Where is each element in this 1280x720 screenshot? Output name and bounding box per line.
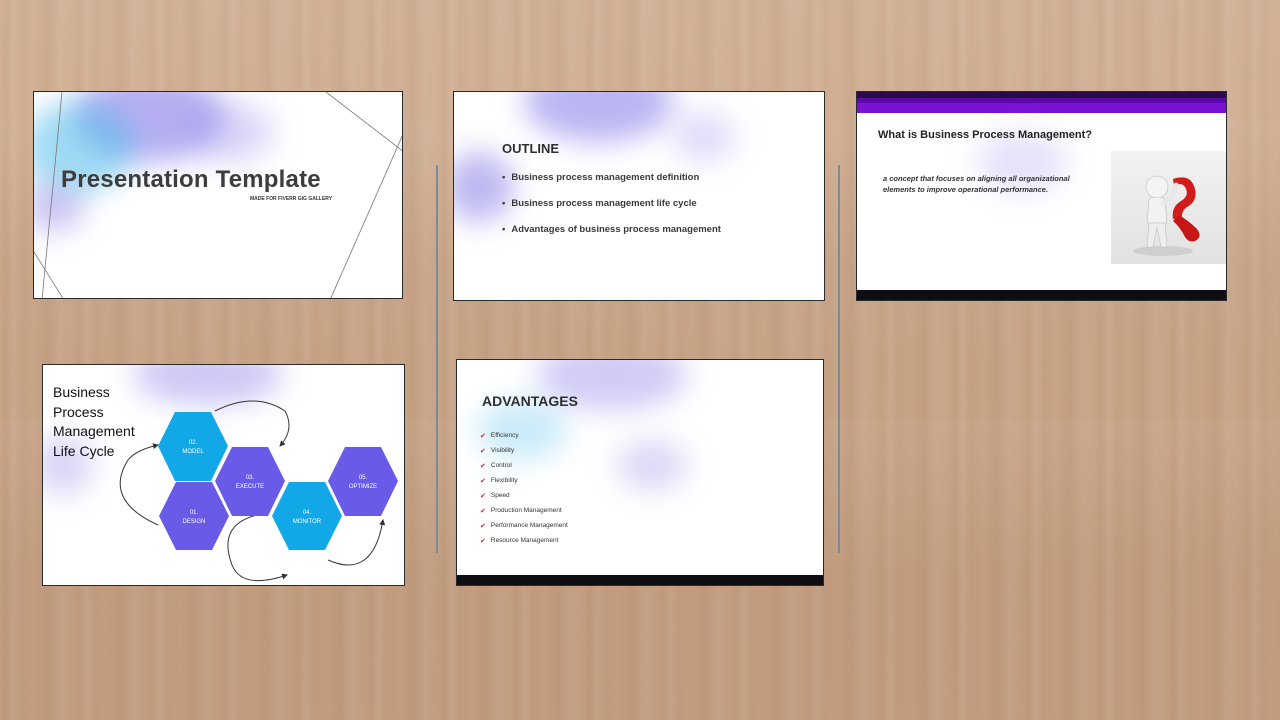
check-icon: ✔ — [480, 537, 486, 545]
footer-bar — [857, 290, 1226, 300]
list-item: ✔ Flexibility — [480, 477, 518, 485]
list-item: ✔ Speed — [480, 492, 510, 500]
hexagon-step-monitor: 04. MONITOR — [272, 482, 342, 550]
decorative-lines — [34, 92, 402, 298]
hexagon — [328, 447, 398, 516]
figure-with-question-mark-icon — [1111, 151, 1226, 264]
hexagon-step-design: 01. DESIGN — [159, 482, 229, 550]
slide-heading: OUTLINE — [502, 141, 560, 156]
list-item: ✔ Visibility — [480, 447, 515, 455]
outline-list: Business process management definition B… — [502, 172, 721, 250]
slide-heading: ADVANTAGES — [482, 393, 578, 409]
check-icon: ✔ — [480, 432, 486, 440]
check-icon: ✔ — [480, 447, 486, 455]
list-item: Business process management life cycle — [502, 198, 721, 224]
hexagon-step-model: 02. MODEL — [158, 412, 228, 481]
cycle-arrow — [214, 400, 290, 447]
watercolor-splash — [524, 92, 674, 142]
slide-title: What is Business Process Management? — [878, 129, 1092, 141]
svg-text:01.: 01. — [190, 510, 199, 516]
hexagon — [158, 412, 228, 481]
slide-thumbnail-advantages[interactable]: ADVANTAGES ✔ Efficiency ✔ Visibility ✔ Cont… — [456, 359, 824, 586]
list-item: ✔ Control — [480, 462, 512, 470]
hexagon — [215, 447, 285, 516]
svg-text:OPTIMIZE: OPTIMIZE — [349, 484, 377, 490]
column-divider — [838, 165, 840, 553]
slide-thumbnail-outline[interactable]: OUTLINE Business process management defi… — [453, 91, 825, 301]
slide-thumbnail-lifecycle[interactable]: Business Process Management Life Cycle 0… — [42, 364, 405, 586]
hexagon-step-execute: 03. EXECUTE — [215, 447, 285, 516]
column-divider — [436, 165, 438, 553]
svg-text:03.: 03. — [246, 475, 255, 481]
check-icon: ✔ — [480, 477, 486, 485]
advantages-list: ✔ Efficiency ✔ Visibility ✔ Control ✔ Flexib… — [480, 428, 568, 548]
svg-text:04.: 04. — [303, 510, 312, 516]
check-icon: ✔ — [480, 492, 486, 500]
check-icon: ✔ — [480, 507, 486, 515]
svg-text:MODEL: MODEL — [182, 449, 204, 455]
svg-text:02.: 02. — [189, 440, 198, 446]
list-item: ✔ Efficiency — [480, 432, 519, 440]
slide-subtitle: MADE FOR FIVERR GIG GALLERY — [250, 196, 333, 202]
list-item: ✔ Performance Management — [480, 522, 568, 530]
svg-text:05.: 05. — [359, 475, 368, 481]
footer-bar — [457, 575, 823, 585]
slide-thumbnail-definition[interactable]: What is Business Process Management? a c… — [856, 91, 1227, 301]
slide-title: Presentation Template — [61, 166, 321, 193]
check-icon: ✔ — [480, 462, 486, 470]
slide-thumbnail-cover[interactable]: Presentation Template MADE FOR FIVERR GI… — [33, 91, 403, 299]
hexagon — [159, 482, 229, 550]
cycle-arrow — [119, 443, 159, 526]
svg-text:DESIGN: DESIGN — [182, 519, 205, 525]
list-item: ✔ Production Management — [480, 507, 562, 515]
watercolor-splash — [617, 440, 687, 490]
list-item: Business process management definition — [502, 172, 721, 198]
list-item: Advantages of business process managemen… — [502, 224, 721, 250]
header-bar — [857, 103, 1226, 113]
check-icon: ✔ — [480, 522, 486, 530]
svg-text:MONITOR: MONITOR — [293, 519, 322, 525]
lifecycle-diagram: 01. DESIGN 02. MODEL 03. EXECUTE 04. MON… — [119, 400, 398, 582]
list-item: ✔ Resource Management — [480, 537, 559, 545]
hexagon-step-optimize: 05. OPTIMIZE — [328, 447, 398, 516]
definition-text: a concept that focuses on aligning all o… — [883, 174, 1070, 194]
hexagon — [272, 482, 342, 550]
watercolor-splash — [674, 112, 734, 162]
svg-text:EXECUTE: EXECUTE — [236, 484, 264, 490]
